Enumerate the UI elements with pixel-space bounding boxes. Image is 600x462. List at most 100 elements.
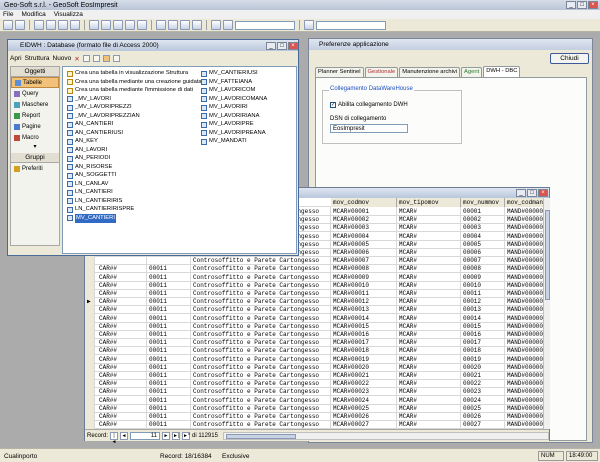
new-record-button[interactable]: ►* [182,431,191,440]
close-icon[interactable]: × [588,1,598,9]
toolbar-button[interactable] [156,20,166,30]
toolbar-button[interactable] [137,20,147,30]
horizontal-scrollbar[interactable] [222,431,549,440]
menu-file[interactable]: File [3,11,13,18]
maximize-icon[interactable]: □ [277,42,287,50]
object-tables[interactable]: Tabelle [11,77,59,88]
object-reports[interactable]: Report [11,110,59,121]
table-icon [201,70,207,77]
table-cell[interactable]: MCAR#00027 [331,420,397,429]
toolbar-button[interactable] [3,20,13,30]
prev-record-button[interactable]: ◄ [120,431,129,440]
column-header[interactable]: mov_nummov [461,198,505,207]
object-label: Query [22,90,39,97]
menu-visualizza[interactable]: Visualizza [54,11,83,18]
object-forms[interactable]: Maschere [11,99,59,110]
tab-planner-sentinel[interactable]: Planner Sentinel [315,67,364,77]
groups-header[interactable]: Gruppi [11,153,59,163]
record-navigator: Record: |◄ ◄ 11 ► ►| ►* di 112915 [85,429,549,445]
app-titlebar: Geo-Soft s.r.l. - GeoSoft EosImpresit _ … [0,0,600,10]
table-icon [67,172,73,179]
record-number-input[interactable]: 11 [130,431,161,440]
menu-modifica[interactable]: Modifica [21,11,45,18]
object-queries[interactable]: Query [11,88,59,99]
delete-icon[interactable]: ✕ [74,55,79,63]
table-cell[interactable]: Controsoffitto e Parete Cartongesso [191,420,331,429]
toolbar-button[interactable] [192,20,202,30]
details-view-icon[interactable] [112,55,120,62]
table-icon [67,96,73,102]
toolbar-button[interactable] [113,20,123,30]
toolbar-button[interactable] [211,20,221,30]
table-icon [201,121,207,128]
toolbar-button[interactable] [34,20,44,30]
scroll-thumb[interactable] [545,210,550,300]
row-selector[interactable] [85,420,95,429]
table-cell[interactable]: CAR## [97,420,147,429]
num-indicator: NUM [538,451,564,461]
vertical-scrollbar[interactable] [543,198,550,429]
tab-gestionale[interactable]: Gestionale [364,67,399,77]
object-pages[interactable]: Pagine [11,121,59,132]
expand-chevron-icon[interactable]: ▾ [11,143,59,153]
tab-agent[interactable]: Agent [461,67,483,77]
small-icons-icon[interactable] [92,55,100,62]
minimize-icon[interactable]: _ [516,189,526,197]
minimize-icon[interactable]: _ [266,42,276,50]
large-icons-icon[interactable] [82,55,90,62]
toolbar-button[interactable] [125,20,135,30]
table-cell[interactable]: 00027 [461,420,505,429]
table-cell[interactable]: MAND#00000 [505,420,543,429]
scroll-thumb[interactable] [225,433,296,439]
design-button[interactable]: Struttura [25,55,50,62]
column-header[interactable]: mov_codman [505,198,543,207]
column-header[interactable]: mov_tipomov [397,198,461,207]
toolbar-button[interactable] [89,20,99,30]
maximize-icon[interactable]: □ [527,189,537,197]
toolbar-separator [299,20,300,30]
toolbar-button[interactable] [46,20,56,30]
maximize-icon[interactable]: □ [577,1,587,9]
table-icon [201,79,207,85]
object-label: Macro [22,134,39,141]
tab-dwh-dbc[interactable]: DWH - DBC [483,66,521,77]
object-macros[interactable]: Macro [11,132,59,143]
table-item[interactable]: MV_CANTIERI [67,213,116,223]
table-icon [67,104,73,111]
toolbar-button[interactable] [58,20,68,30]
last-record-button[interactable]: ►| [172,431,181,440]
table-icon [201,104,207,111]
toolbar-button[interactable] [168,20,178,30]
toolbar-button[interactable] [304,20,314,30]
table-item[interactable]: MV_MANDATI [201,137,247,146]
toolbar-button[interactable] [15,20,25,30]
close-icon[interactable]: × [538,189,548,197]
close-button[interactable]: Chiudi [550,53,589,64]
toolbar-button[interactable] [70,20,80,30]
table-cell[interactable]: MCAR# [397,420,461,429]
new-button[interactable]: Nuovo [53,55,72,62]
list-view-icon[interactable] [102,55,110,62]
database-title: EIDWH : Database (formato file di Access… [8,40,298,51]
toolbar-button[interactable] [101,20,111,30]
column-header[interactable]: mov_codmov [331,198,397,207]
toolbar-dropdown[interactable] [235,20,295,30]
tab-manutenzione-archivi[interactable]: Manutenzione archivi [399,67,461,77]
table-cell[interactable]: 00011 [147,420,191,429]
toolbar-button[interactable] [180,20,190,30]
first-record-button[interactable]: |◄ [110,431,119,445]
item-label: MV_CANTIERI [75,213,116,223]
toolbar-dropdown[interactable] [316,20,386,30]
dsn-input[interactable]: EosImpresit [330,124,408,133]
next-record-button[interactable]: ► [162,431,171,440]
close-icon[interactable]: × [288,42,298,50]
table-row[interactable]: CAR## 00011 Controsoffitto e Parete Carton… [85,420,543,429]
objects-header[interactable]: Oggetti [11,67,59,77]
toolbar-button[interactable] [223,20,233,30]
group-favorites[interactable]: Preferiti [11,163,59,174]
design-label: Struttura [24,55,50,62]
enable-dwh-checkbox[interactable]: ✓ Abilita collegamento DWH [330,102,408,108]
minimize-icon[interactable]: _ [566,1,576,9]
open-button[interactable]: Apri [10,55,22,62]
record-total: di 112915 [192,432,218,439]
